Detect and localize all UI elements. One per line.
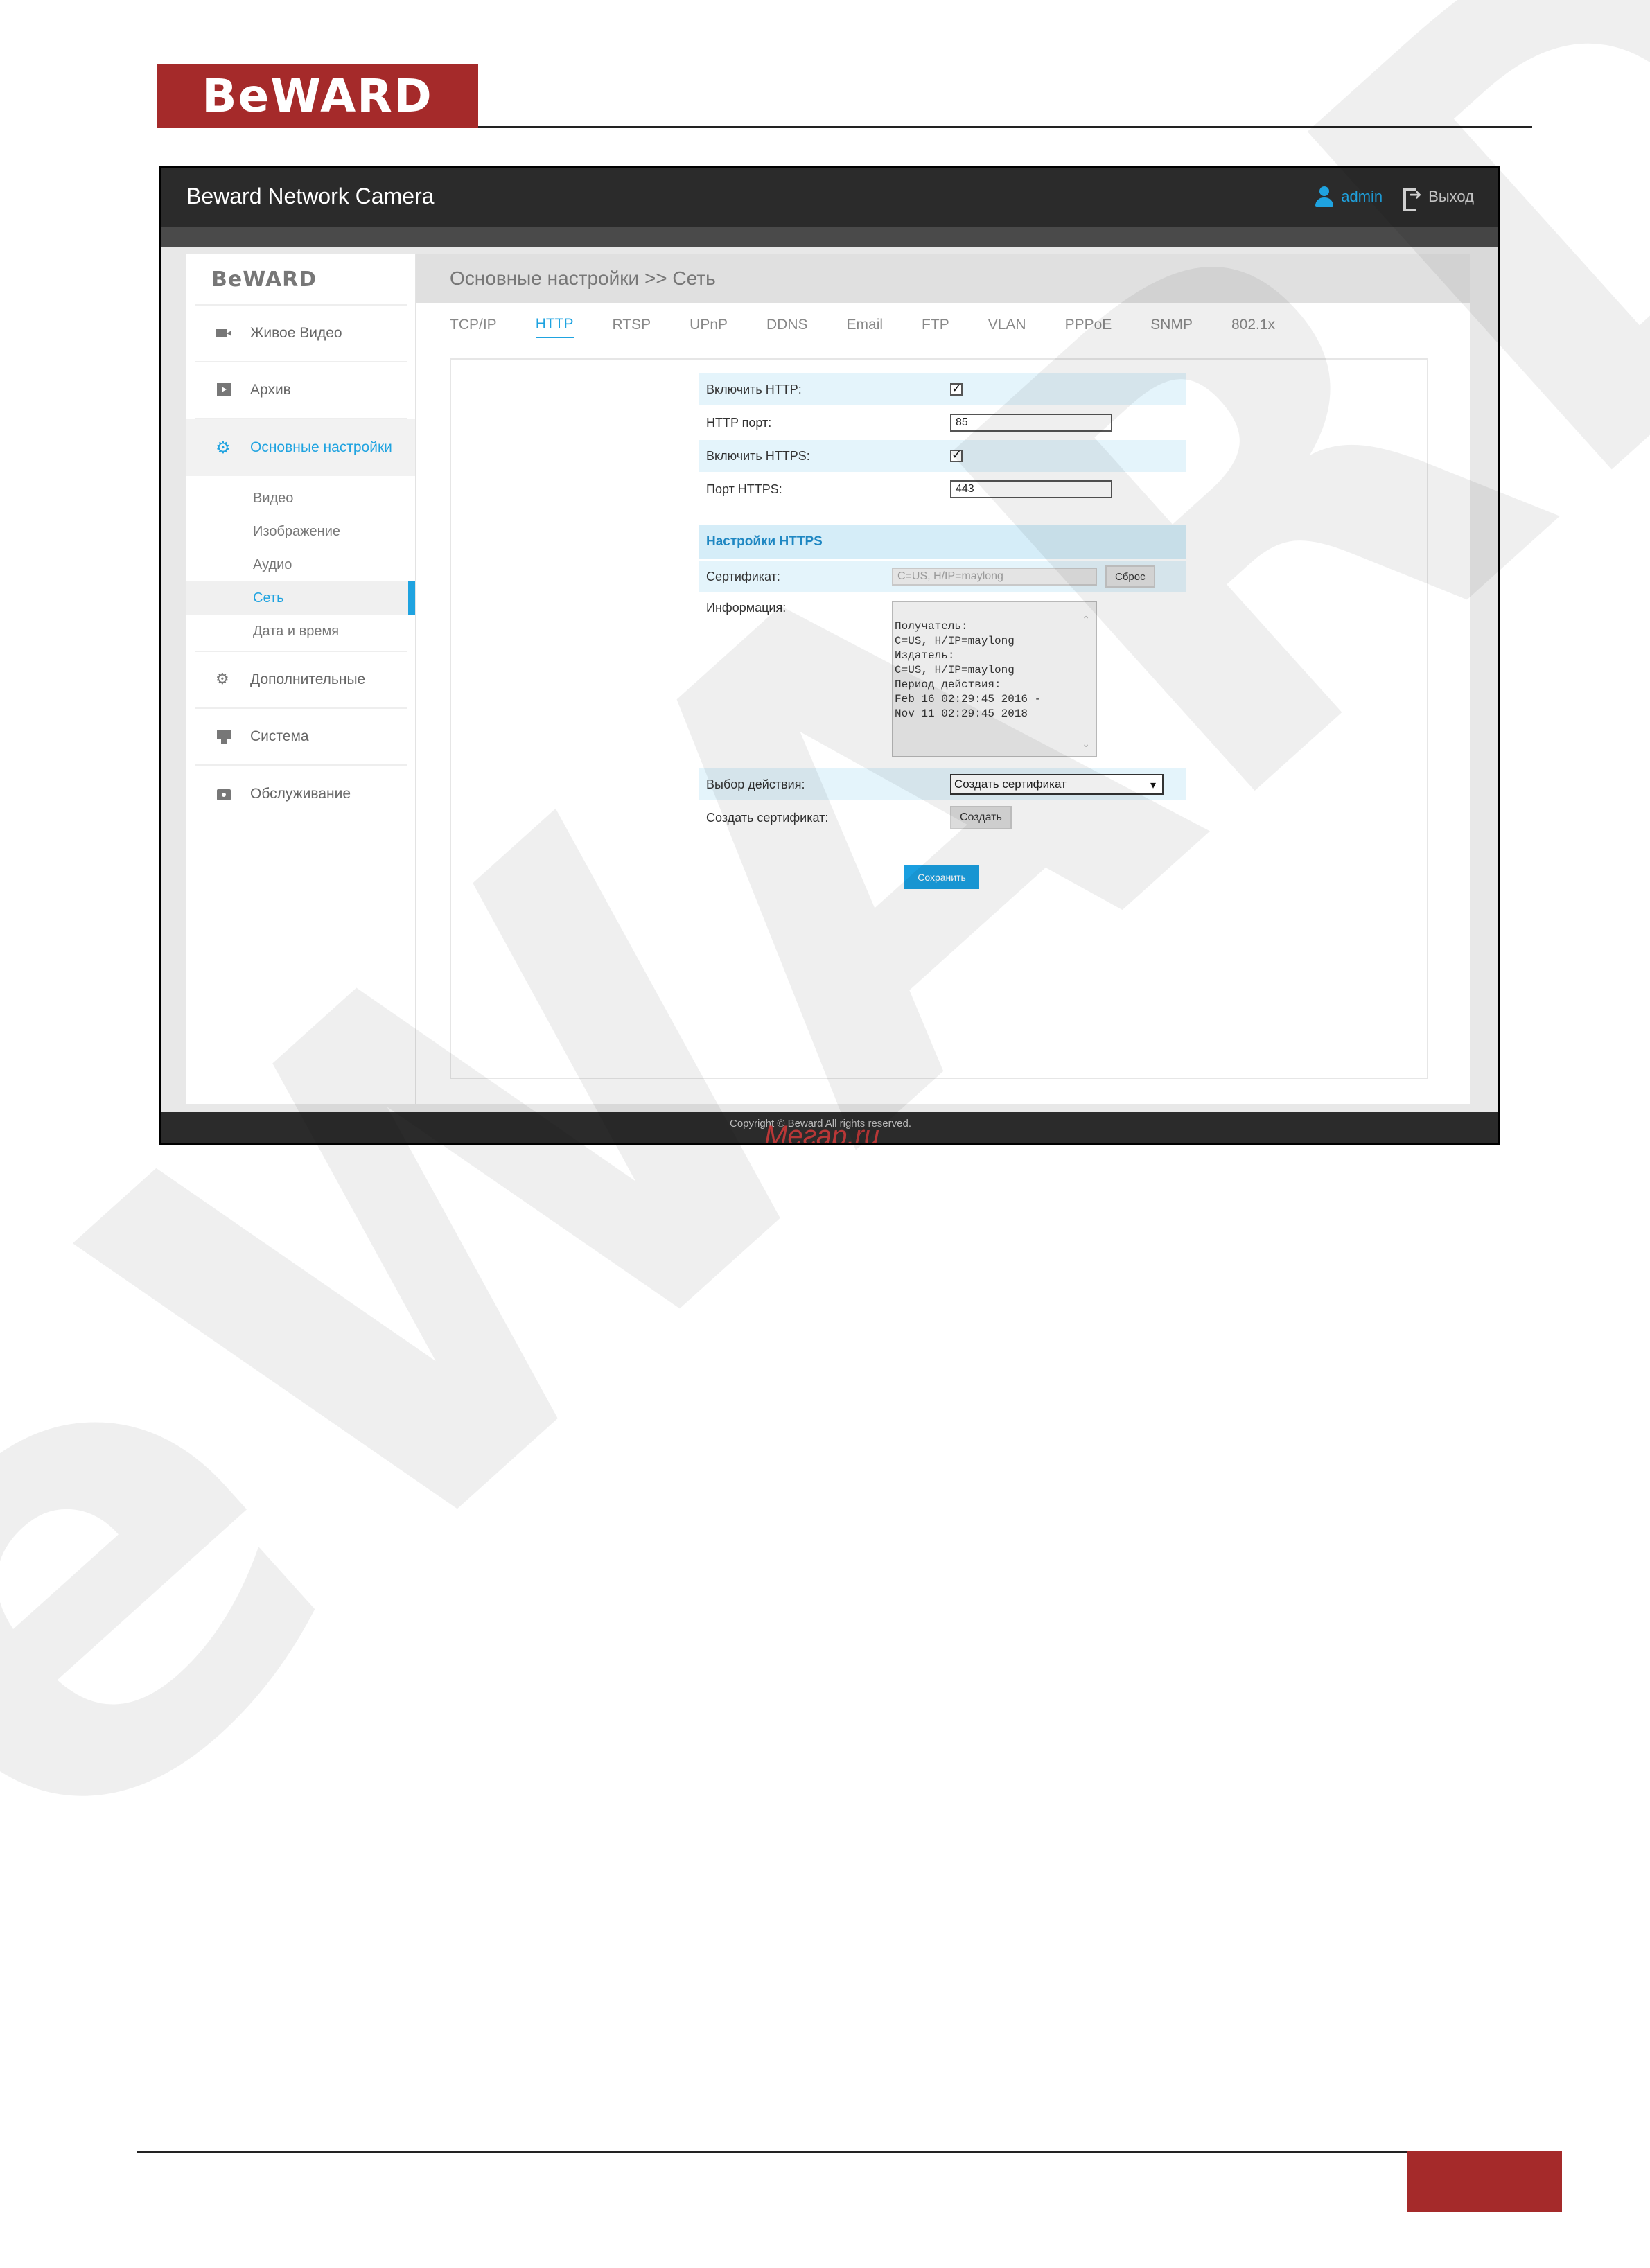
sidebar-item-live-video[interactable]: Живое Видео xyxy=(195,306,407,362)
sidebar-item-label: Дополнительные xyxy=(250,671,366,687)
page-number-box xyxy=(1407,2151,1562,2212)
certificate-row: Сертификат: Сброс xyxy=(699,561,1186,592)
sidebar-item-additional[interactable]: ⚙ Дополнительные xyxy=(195,652,407,709)
https-section-title: Настройки HTTPS xyxy=(699,525,1186,559)
submenu-item-image[interactable]: Изображение xyxy=(195,515,407,548)
logout-link[interactable]: Выход xyxy=(1428,188,1474,206)
tab-email[interactable]: Email xyxy=(847,317,884,337)
enable-https-label: Включить HTTPS: xyxy=(706,448,810,463)
sidebar-item-archive[interactable]: Архив xyxy=(195,362,407,419)
chevron-down-icon: ▾ xyxy=(1150,777,1157,791)
create-certificate-label: Создать сертификат: xyxy=(706,810,829,825)
app-body: BeWARD Живое Видео Архив ⚙ Основные наст… xyxy=(186,254,1470,1104)
app-header: Beward Network Camera admin Выход xyxy=(161,168,1498,227)
tab-tcpip[interactable]: TCP/IP xyxy=(450,317,497,337)
header-rule xyxy=(478,126,1532,128)
https-port-input[interactable] xyxy=(950,480,1112,498)
header-subbar xyxy=(161,227,1498,247)
camera-web-ui-screenshot: Beward Network Camera admin Выход BeWARD… xyxy=(159,166,1500,1145)
play-icon xyxy=(216,383,232,397)
sidebar: BeWARD Живое Видео Архив ⚙ Основные наст… xyxy=(186,254,416,1104)
tab-rtsp[interactable]: RTSP xyxy=(613,317,651,337)
http-settings-form: Включить HTTP: HTTP порт: Включить HTTPS… xyxy=(699,373,1186,835)
video-camera-icon xyxy=(216,326,232,340)
info-row: Информация: Получатель: C=US, H/IP=maylo… xyxy=(699,594,1186,767)
gear-icon: ⚙ xyxy=(216,438,231,457)
sidebar-item-label: Живое Видео xyxy=(250,325,342,341)
http-settings-panel: Включить HTTP: HTTP порт: Включить HTTPS… xyxy=(450,358,1428,1079)
submenu-item-network[interactable]: Сеть xyxy=(186,581,415,615)
scroll-up-icon[interactable]: ⌃ xyxy=(1082,613,1090,628)
submenu-item-audio[interactable]: Аудио xyxy=(195,548,407,581)
tab-vlan[interactable]: VLAN xyxy=(988,317,1026,337)
tab-ftp[interactable]: FTP xyxy=(922,317,949,337)
http-port-label: HTTP порт: xyxy=(706,415,772,430)
sidebar-item-service[interactable]: Обслуживание xyxy=(195,766,407,823)
scroll-down-icon[interactable]: ⌄ xyxy=(1082,737,1090,752)
beward-logo: BeWARD xyxy=(157,64,478,128)
sidebar-item-label: Обслуживание xyxy=(250,786,351,802)
enable-http-label: Включить HTTP: xyxy=(706,382,802,396)
sidebar-item-system[interactable]: Система xyxy=(195,709,407,766)
site-stamp: Мегар.ru xyxy=(764,1120,880,1145)
user-name-link[interactable]: admin xyxy=(1341,188,1383,206)
sidebar-logo: BeWARD xyxy=(195,254,407,306)
enable-https-checkbox[interactable] xyxy=(950,448,963,462)
enable-http-checkbox[interactable] xyxy=(950,381,963,396)
enable-https-row: Включить HTTPS: xyxy=(699,440,1186,472)
gears-icon: ⚙ xyxy=(216,671,229,688)
monitor-icon xyxy=(216,730,232,744)
logout-icon[interactable] xyxy=(1403,186,1422,211)
app-title: Beward Network Camera xyxy=(186,184,435,209)
enable-http-row: Включить HTTP: xyxy=(699,373,1186,405)
sidebar-item-basic-settings[interactable]: ⚙ Основные настройки xyxy=(186,419,415,476)
tab-upnp[interactable]: UPnP xyxy=(690,317,728,337)
user-icon xyxy=(1315,186,1334,207)
certificate-field xyxy=(892,568,1097,586)
tab-ddns[interactable]: DDNS xyxy=(766,317,808,337)
action-row: Выбор действия: Создать сертификат ▾ xyxy=(699,768,1186,800)
camera-icon xyxy=(216,787,232,801)
action-select[interactable]: Создать сертификат ▾ xyxy=(950,774,1164,795)
http-port-input[interactable] xyxy=(950,414,1112,432)
sidebar-item-label: Основные настройки xyxy=(250,439,392,455)
action-select-value: Создать сертификат xyxy=(954,777,1067,791)
reset-certificate-button[interactable]: Сброс xyxy=(1105,565,1155,588)
tab-http[interactable]: HTTP xyxy=(535,316,574,338)
tab-8021x[interactable]: 802.1x xyxy=(1231,317,1275,337)
tab-pppoe[interactable]: PPPoE xyxy=(1065,317,1112,337)
sidebar-item-label: Архив xyxy=(250,382,291,398)
sidebar-item-label: Система xyxy=(250,728,309,744)
breadcrumb: Основные настройки >> Сеть xyxy=(416,254,1470,303)
save-button[interactable]: Сохранить xyxy=(904,865,979,889)
certificate-info-text: Получатель: C=US, H/IP=maylong Издатель:… xyxy=(895,620,1042,720)
tab-snmp[interactable]: SNMP xyxy=(1150,317,1193,337)
content-area: Основные настройки >> Сеть TCP/IP HTTP R… xyxy=(416,254,1470,1104)
footer-rule xyxy=(137,2151,1477,2153)
https-port-row: Порт HTTPS: xyxy=(699,473,1186,505)
submenu-item-date-time[interactable]: Дата и время xyxy=(195,615,407,648)
user-area: admin Выход xyxy=(1315,186,1474,211)
basic-settings-submenu: Видео Изображение Аудио Сеть Дата и врем… xyxy=(186,476,415,652)
http-port-row: HTTP порт: xyxy=(699,407,1186,439)
action-label: Выбор действия: xyxy=(706,777,805,791)
https-port-label: Порт HTTPS: xyxy=(706,482,782,496)
create-certificate-button[interactable]: Создать xyxy=(950,806,1012,829)
network-tabs: TCP/IP HTTP RTSP UPnP DDNS Email FTP VLA… xyxy=(416,303,1470,351)
create-certificate-row: Создать сертификат: Создать xyxy=(699,802,1186,834)
certificate-info-textarea[interactable]: Получатель: C=US, H/IP=maylong Издатель:… xyxy=(892,601,1097,757)
submenu-item-video[interactable]: Видео xyxy=(195,482,407,515)
